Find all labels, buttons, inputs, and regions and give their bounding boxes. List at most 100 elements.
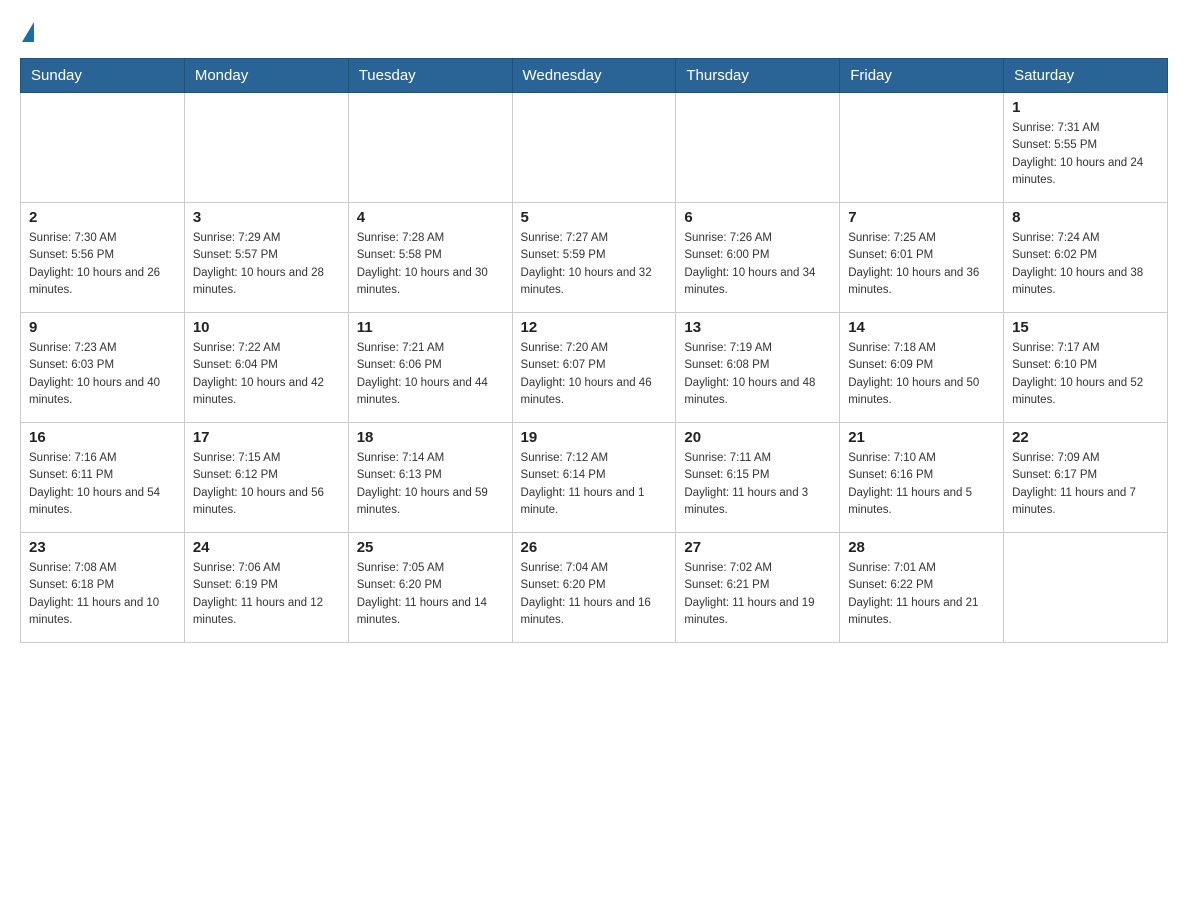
calendar-cell: 12 Sunrise: 7:20 AMSunset: 6:07 PMDayligh…: [512, 313, 676, 423]
calendar-cell: 27 Sunrise: 7:02 AMSunset: 6:21 PMDayligh…: [676, 533, 840, 643]
calendar-cell: [1004, 533, 1168, 643]
calendar-table: SundayMondayTuesdayWednesdayThursdayFrid…: [20, 58, 1168, 643]
calendar-cell: 2 Sunrise: 7:30 AMSunset: 5:56 PMDaylight…: [21, 203, 185, 313]
calendar-cell: 3 Sunrise: 7:29 AMSunset: 5:57 PMDaylight…: [184, 203, 348, 313]
day-info: Sunrise: 7:08 AMSunset: 6:18 PMDaylight:…: [29, 560, 176, 629]
calendar-cell: 5 Sunrise: 7:27 AMSunset: 5:59 PMDaylight…: [512, 203, 676, 313]
weekday-header-thursday: Thursday: [676, 59, 840, 93]
calendar-week-row: 2 Sunrise: 7:30 AMSunset: 5:56 PMDaylight…: [21, 203, 1168, 313]
calendar-cell: 9 Sunrise: 7:23 AMSunset: 6:03 PMDaylight…: [21, 313, 185, 423]
weekday-header-tuesday: Tuesday: [348, 59, 512, 93]
day-number: 24: [193, 539, 340, 556]
day-info: Sunrise: 7:22 AMSunset: 6:04 PMDaylight:…: [193, 340, 340, 409]
day-info: Sunrise: 7:25 AMSunset: 6:01 PMDaylight:…: [848, 230, 995, 299]
day-number: 27: [684, 539, 831, 556]
day-info: Sunrise: 7:19 AMSunset: 6:08 PMDaylight:…: [684, 340, 831, 409]
day-info: Sunrise: 7:26 AMSunset: 6:00 PMDaylight:…: [684, 230, 831, 299]
calendar-cell: 8 Sunrise: 7:24 AMSunset: 6:02 PMDaylight…: [1004, 203, 1168, 313]
weekday-header-monday: Monday: [184, 59, 348, 93]
day-info: Sunrise: 7:11 AMSunset: 6:15 PMDaylight:…: [684, 450, 831, 519]
day-info: Sunrise: 7:20 AMSunset: 6:07 PMDaylight:…: [521, 340, 668, 409]
day-info: Sunrise: 7:05 AMSunset: 6:20 PMDaylight:…: [357, 560, 504, 629]
day-info: Sunrise: 7:15 AMSunset: 6:12 PMDaylight:…: [193, 450, 340, 519]
weekday-header-friday: Friday: [840, 59, 1004, 93]
calendar-cell: 1 Sunrise: 7:31 AMSunset: 5:55 PMDaylight…: [1004, 93, 1168, 203]
day-info: Sunrise: 7:18 AMSunset: 6:09 PMDaylight:…: [848, 340, 995, 409]
calendar-cell: 16 Sunrise: 7:16 AMSunset: 6:11 PMDayligh…: [21, 423, 185, 533]
day-info: Sunrise: 7:29 AMSunset: 5:57 PMDaylight:…: [193, 230, 340, 299]
calendar-cell: 25 Sunrise: 7:05 AMSunset: 6:20 PMDayligh…: [348, 533, 512, 643]
calendar-cell: [184, 93, 348, 203]
day-number: 18: [357, 429, 504, 446]
day-number: 3: [193, 209, 340, 226]
day-number: 16: [29, 429, 176, 446]
day-info: Sunrise: 7:17 AMSunset: 6:10 PMDaylight:…: [1012, 340, 1159, 409]
weekday-header-sunday: Sunday: [21, 59, 185, 93]
calendar-header: SundayMondayTuesdayWednesdayThursdayFrid…: [21, 59, 1168, 93]
day-info: Sunrise: 7:27 AMSunset: 5:59 PMDaylight:…: [521, 230, 668, 299]
day-info: Sunrise: 7:16 AMSunset: 6:11 PMDaylight:…: [29, 450, 176, 519]
calendar-cell: 26Sunrise: 7:04 AMSunset: 6:20 PMDayligh…: [512, 533, 676, 643]
day-number: 8: [1012, 209, 1159, 226]
day-number: 5: [521, 209, 668, 226]
day-number: 20: [684, 429, 831, 446]
day-number: 13: [684, 319, 831, 336]
calendar-cell: 23 Sunrise: 7:08 AMSunset: 6:18 PMDayligh…: [21, 533, 185, 643]
calendar-cell: 14 Sunrise: 7:18 AMSunset: 6:09 PMDayligh…: [840, 313, 1004, 423]
calendar-cell: 18 Sunrise: 7:14 AMSunset: 6:13 PMDayligh…: [348, 423, 512, 533]
day-number: 6: [684, 209, 831, 226]
calendar-cell: 6 Sunrise: 7:26 AMSunset: 6:00 PMDaylight…: [676, 203, 840, 313]
calendar-week-row: 23 Sunrise: 7:08 AMSunset: 6:18 PMDayligh…: [21, 533, 1168, 643]
day-info: Sunrise: 7:14 AMSunset: 6:13 PMDaylight:…: [357, 450, 504, 519]
logo-triangle-icon: [22, 22, 34, 42]
calendar-cell: [840, 93, 1004, 203]
calendar-cell: 15 Sunrise: 7:17 AMSunset: 6:10 PMDayligh…: [1004, 313, 1168, 423]
day-number: 4: [357, 209, 504, 226]
calendar-cell: 19 Sunrise: 7:12 AMSunset: 6:14 PMDayligh…: [512, 423, 676, 533]
calendar-cell: 13 Sunrise: 7:19 AMSunset: 6:08 PMDayligh…: [676, 313, 840, 423]
calendar-cell: 11 Sunrise: 7:21 AMSunset: 6:06 PMDayligh…: [348, 313, 512, 423]
day-info: Sunrise: 7:21 AMSunset: 6:06 PMDaylight:…: [357, 340, 504, 409]
day-number: 10: [193, 319, 340, 336]
day-info: Sunrise: 7:06 AMSunset: 6:19 PMDaylight:…: [193, 560, 340, 629]
day-info: Sunrise: 7:30 AMSunset: 5:56 PMDaylight:…: [29, 230, 176, 299]
day-info: Sunrise: 7:31 AMSunset: 5:55 PMDaylight:…: [1012, 120, 1159, 189]
day-number: 25: [357, 539, 504, 556]
day-info: Sunrise: 7:02 AMSunset: 6:21 PMDaylight:…: [684, 560, 831, 629]
calendar-cell: 28Sunrise: 7:01 AMSunset: 6:22 PMDayligh…: [840, 533, 1004, 643]
day-info: Sunrise: 7:01 AMSunset: 6:22 PMDaylight:…: [848, 560, 995, 629]
page-header: [20, 20, 1168, 42]
day-info: Sunrise: 7:24 AMSunset: 6:02 PMDaylight:…: [1012, 230, 1159, 299]
weekday-header-row: SundayMondayTuesdayWednesdayThursdayFrid…: [21, 59, 1168, 93]
calendar-cell: 21 Sunrise: 7:10 AMSunset: 6:16 PMDayligh…: [840, 423, 1004, 533]
day-number: 2: [29, 209, 176, 226]
day-number: 12: [521, 319, 668, 336]
day-number: 17: [193, 429, 340, 446]
calendar-cell: [348, 93, 512, 203]
calendar-cell: 4 Sunrise: 7:28 AMSunset: 5:58 PMDaylight…: [348, 203, 512, 313]
day-number: 21: [848, 429, 995, 446]
day-info: Sunrise: 7:12 AMSunset: 6:14 PMDaylight:…: [521, 450, 668, 519]
calendar-cell: [676, 93, 840, 203]
calendar-cell: [21, 93, 185, 203]
calendar-week-row: 1 Sunrise: 7:31 AMSunset: 5:55 PMDaylight…: [21, 93, 1168, 203]
weekday-header-saturday: Saturday: [1004, 59, 1168, 93]
calendar-cell: 7 Sunrise: 7:25 AMSunset: 6:01 PMDaylight…: [840, 203, 1004, 313]
day-number: 14: [848, 319, 995, 336]
day-number: 7: [848, 209, 995, 226]
day-info: Sunrise: 7:09 AMSunset: 6:17 PMDaylight:…: [1012, 450, 1159, 519]
day-number: 1: [1012, 99, 1159, 116]
day-info: Sunrise: 7:28 AMSunset: 5:58 PMDaylight:…: [357, 230, 504, 299]
day-number: 23: [29, 539, 176, 556]
day-number: 11: [357, 319, 504, 336]
day-info: Sunrise: 7:23 AMSunset: 6:03 PMDaylight:…: [29, 340, 176, 409]
day-number: 26: [521, 539, 668, 556]
day-number: 9: [29, 319, 176, 336]
calendar-cell: 20 Sunrise: 7:11 AMSunset: 6:15 PMDayligh…: [676, 423, 840, 533]
day-number: 19: [521, 429, 668, 446]
weekday-header-wednesday: Wednesday: [512, 59, 676, 93]
calendar-cell: 24 Sunrise: 7:06 AMSunset: 6:19 PMDayligh…: [184, 533, 348, 643]
day-info: Sunrise: 7:10 AMSunset: 6:16 PMDaylight:…: [848, 450, 995, 519]
calendar-cell: 10 Sunrise: 7:22 AMSunset: 6:04 PMDayligh…: [184, 313, 348, 423]
day-number: 15: [1012, 319, 1159, 336]
